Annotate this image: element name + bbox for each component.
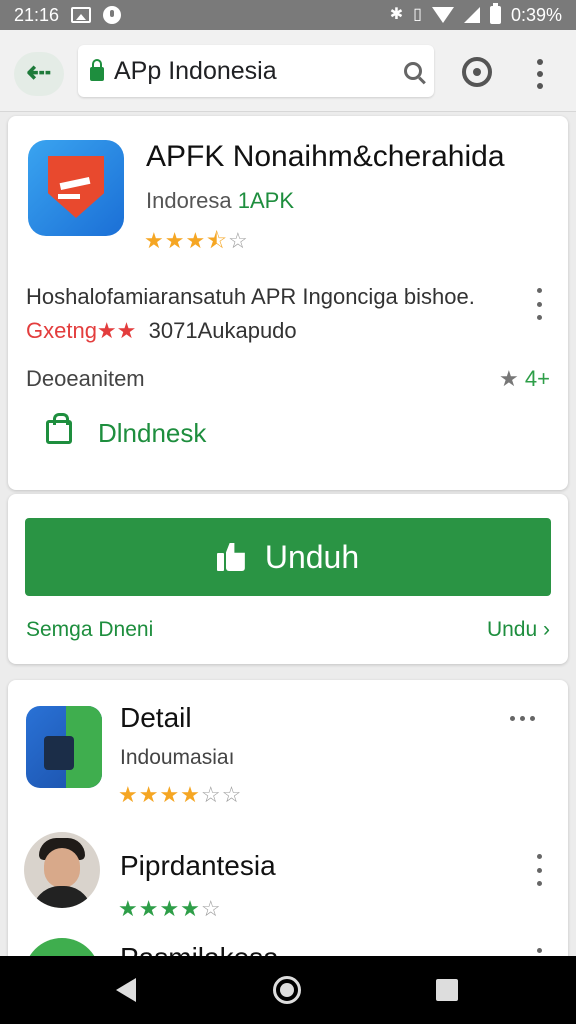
list-item-subtitle: Indoumasiaı xyxy=(120,746,235,769)
app-info-card: APFK Nonaihm&cherahida Indoresa 1APK ★★★… xyxy=(8,116,568,490)
see-all-link[interactable]: Semga Dneni xyxy=(26,618,153,642)
overflow-menu-icon[interactable] xyxy=(528,56,552,92)
app-category: Deoeanitem xyxy=(26,366,145,391)
status-time: 21:16 xyxy=(14,4,60,25)
list-app-icon[interactable] xyxy=(26,706,102,788)
notification-dot-icon xyxy=(103,6,122,24)
more-horizontal-icon[interactable] xyxy=(510,716,535,721)
publisher-tag: 1APK xyxy=(237,188,295,213)
battery-percent: 0:39% xyxy=(510,4,562,25)
undu-link[interactable]: Undu › xyxy=(487,618,550,642)
address-bar[interactable]: APp Indonesia xyxy=(78,45,434,97)
wifi-icon xyxy=(431,7,454,23)
app-icon[interactable] xyxy=(28,140,124,236)
search-icon[interactable] xyxy=(404,62,422,80)
download-card: Unduh Semga Dneni Undu › xyxy=(8,494,568,664)
list-item-rating: ★★★★☆☆ xyxy=(118,782,243,807)
developer-link[interactable]: Dlndnesk xyxy=(98,418,206,449)
list-item-title[interactable]: Detail xyxy=(120,702,192,734)
app-description-line2: Gxetng★★ 3071Aukapudo xyxy=(26,318,297,343)
status-bar: 21:16 ✱ ▯ 0:39% xyxy=(0,0,576,30)
star-empty-icon: ☆ xyxy=(228,228,249,253)
nav-recents-icon[interactable] xyxy=(436,979,458,1001)
battery-icon xyxy=(489,3,501,24)
url-text: APp Indonesia xyxy=(114,56,277,85)
chevron-right-icon: › xyxy=(543,618,550,641)
vibrate-icon: ▯ xyxy=(413,6,422,23)
related-apps-card: Detail Indoumasiaı ★★★★☆☆ Piprdantesia ★… xyxy=(8,680,568,1014)
more-options-icon[interactable] xyxy=(532,288,546,320)
download-button[interactable]: Unduh xyxy=(25,518,551,596)
app-rating: ★★★⯪☆ xyxy=(144,224,249,262)
shopping-bag-icon xyxy=(46,413,72,444)
star-icon: ★ xyxy=(499,366,519,391)
browser-toolbar: ⇠ APp Indonesia xyxy=(0,30,576,112)
nav-home-icon[interactable] xyxy=(273,976,301,1004)
list-item-title[interactable]: Piprdantesia xyxy=(120,850,276,882)
lock-icon xyxy=(90,59,104,81)
bluetooth-icon: ✱ xyxy=(389,6,404,23)
avatar[interactable] xyxy=(24,832,100,908)
star-half-icon: ⯪ xyxy=(206,228,229,253)
content-rating: ★ 4+ xyxy=(499,366,550,391)
image-icon xyxy=(71,7,92,23)
back-arrow-icon[interactable]: ⇠ xyxy=(14,52,64,96)
system-nav-bar xyxy=(0,956,576,1024)
signal-icon xyxy=(463,7,480,23)
nav-back-icon[interactable] xyxy=(116,978,136,1002)
app-description: Hoshalofamiaransatuh APR Ingonciga bisho… xyxy=(26,284,475,309)
app-publisher: Indoresa 1APK xyxy=(146,188,295,213)
description-tag: Gxetng★★ xyxy=(26,318,137,343)
lens-icon[interactable] xyxy=(462,57,492,87)
thumbs-up-icon xyxy=(216,543,245,571)
more-options-icon[interactable] xyxy=(532,854,546,886)
list-item-rating: ★★★★☆ xyxy=(118,896,222,921)
star-full-icon: ★★★ xyxy=(144,228,207,253)
app-title: APFK Nonaihm&cherahida xyxy=(146,140,505,173)
download-button-label: Unduh xyxy=(264,538,360,575)
